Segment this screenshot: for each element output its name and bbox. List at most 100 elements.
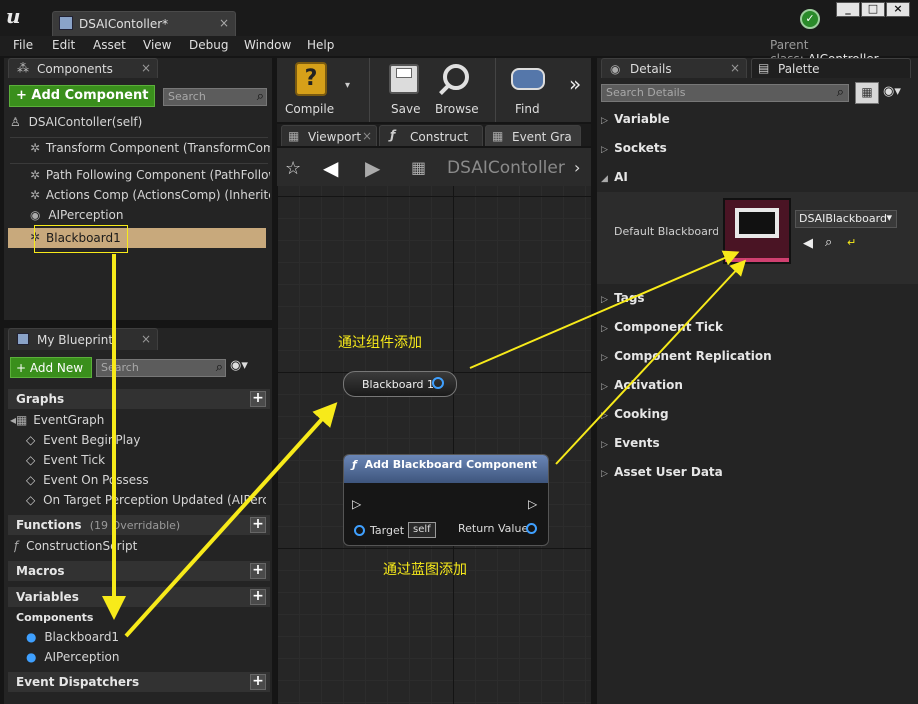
forward-arrow-icon[interactable]: ▶ xyxy=(365,156,380,180)
use-selected-arrow-icon[interactable]: ◀ xyxy=(803,236,813,251)
menu-edit[interactable]: Edit xyxy=(52,38,75,52)
node-label: Blackboard 1 xyxy=(362,378,435,391)
divider xyxy=(10,137,268,138)
restore-button[interactable]: □ xyxy=(861,2,885,17)
category-asset-user-data[interactable]: ▷ Asset User Data xyxy=(601,465,913,485)
view-options-eye-icon[interactable]: ◉▾ xyxy=(883,84,915,104)
add-blackboard-component-node[interactable]: ƒ Add Blackboard Component ▷ ▷ Target se… xyxy=(343,454,549,546)
event-graph-item[interactable]: ◂▦ EventGraph xyxy=(10,413,270,431)
blackboard-variable-node[interactable]: Blackboard 1 xyxy=(343,371,457,397)
add-graph-button[interactable]: + xyxy=(250,391,266,407)
category-component-tick[interactable]: ▷ Component Tick xyxy=(601,320,913,340)
component-row-path-following[interactable]: ✲ Path Following Component (PathFollowin… xyxy=(30,168,270,186)
my-blueprint-tab[interactable]: My Blueprint × xyxy=(8,328,158,350)
menu-asset[interactable]: Asset xyxy=(93,38,126,52)
palette-tab[interactable]: ▤ Palette xyxy=(751,58,911,78)
exec-in-pin-icon[interactable]: ▷ xyxy=(352,497,361,511)
components-search-input[interactable]: Search ⌕ xyxy=(163,88,267,106)
category-component-replication[interactable]: ▷ Component Replication xyxy=(601,349,913,369)
components-panel: ⁂ Components × + Add Component Search ⌕ … xyxy=(4,58,272,320)
add-new-button[interactable]: + Add New xyxy=(10,357,92,378)
close-button[interactable]: × xyxy=(886,2,910,17)
component-row-aiperception[interactable]: ◉ AIPerception xyxy=(30,208,270,226)
menu-view[interactable]: View xyxy=(143,38,171,52)
tab-event-graph[interactable]: ▦ Event Gra xyxy=(485,125,581,146)
close-tab-icon[interactable]: × xyxy=(219,16,229,30)
asset-name: DSAIBlackboard xyxy=(799,212,887,225)
menu-help[interactable]: Help xyxy=(307,38,334,52)
category-ai[interactable]: ◢ AI xyxy=(601,170,913,190)
category-variable[interactable]: ▷ Variable xyxy=(601,112,913,132)
add-dispatcher-button[interactable]: + xyxy=(250,674,266,690)
components-tab-label: Components xyxy=(37,62,113,76)
minimize-button[interactable]: _ xyxy=(836,2,860,17)
blackboard-thumbnail[interactable] xyxy=(723,198,791,264)
construction-script-item[interactable]: ƒ ConstructionScript xyxy=(14,539,270,557)
event-graph-canvas[interactable] xyxy=(277,186,591,704)
category-activation[interactable]: ▷ Activation xyxy=(601,378,913,398)
exec-out-pin-icon[interactable]: ▷ xyxy=(528,497,537,511)
output-pin-icon[interactable] xyxy=(432,377,444,389)
event-item[interactable]: ◇ Event BeginPlay xyxy=(26,433,270,451)
compile-button[interactable]: ? ▾ Compile xyxy=(281,60,357,120)
close-panel-icon[interactable]: × xyxy=(730,61,740,75)
compile-dropdown-icon[interactable]: ▾ xyxy=(345,80,350,91)
save-button[interactable]: Save xyxy=(381,60,425,120)
view-options-eye-icon[interactable]: ◉▾ xyxy=(230,358,266,378)
favorite-star-icon[interactable]: ☆ xyxy=(285,158,301,179)
chevron-right-icon[interactable]: › xyxy=(574,158,580,177)
close-panel-icon[interactable]: × xyxy=(141,61,151,75)
close-tab-icon[interactable]: × xyxy=(362,129,372,143)
add-macro-button[interactable]: + xyxy=(250,563,266,579)
event-label: Event On Possess xyxy=(43,473,149,487)
back-arrow-icon[interactable]: ◀ xyxy=(323,156,338,180)
category-tags[interactable]: ▷ Tags xyxy=(601,291,913,311)
toolbar-overflow-icon[interactable]: » xyxy=(569,72,581,96)
event-dispatchers-section[interactable]: Event Dispatchers + xyxy=(8,672,270,692)
category-events[interactable]: ▷ Events xyxy=(601,436,913,456)
find-button[interactable]: Find xyxy=(505,60,549,120)
component-row-actions-comp[interactable]: ✲ Actions Comp (ActionsComp) (Inherited) xyxy=(30,188,270,206)
my-blueprint-search-input[interactable]: Search ⌕ xyxy=(96,359,226,377)
return-value-pin-icon[interactable] xyxy=(526,523,537,534)
menu-file[interactable]: File xyxy=(13,38,33,52)
document-tab[interactable]: DSAIContoller* × xyxy=(52,11,236,36)
component-label: Path Following Component (PathFollowingC… xyxy=(45,168,270,182)
blackboard-asset-dropdown[interactable]: DSAIBlackboard ▾ xyxy=(795,210,897,228)
event-item[interactable]: ◇ Event On Possess xyxy=(26,473,270,491)
add-function-button[interactable]: + xyxy=(250,517,266,533)
event-item[interactable]: ◇ On Target Perception Updated (AIPercep… xyxy=(26,493,266,511)
components-tab[interactable]: ⁂ Components × xyxy=(8,58,158,78)
reset-to-default-icon[interactable]: ↵ xyxy=(847,236,856,249)
category-label: Events xyxy=(614,436,660,450)
section-label: Graphs xyxy=(16,392,65,406)
property-matrix-icon[interactable]: ▦ xyxy=(855,82,879,104)
graphs-section[interactable]: Graphs + xyxy=(8,389,270,409)
functions-section[interactable]: Functions (19 Overridable) + xyxy=(8,515,270,535)
menu-window[interactable]: Window xyxy=(244,38,291,52)
save-disk-icon xyxy=(389,64,419,94)
close-panel-icon[interactable]: × xyxy=(141,332,151,346)
component-row-self[interactable]: ♙ DSAIContoller(self) xyxy=(10,115,272,133)
browse-asset-icon[interactable]: ⌕ xyxy=(825,235,832,250)
components-category[interactable]: Components xyxy=(16,611,270,627)
add-variable-button[interactable]: + xyxy=(250,589,266,605)
variable-item-blackboard1[interactable]: ● Blackboard1 xyxy=(26,630,270,648)
variables-section[interactable]: Variables + xyxy=(8,587,270,607)
details-tab[interactable]: ◉ Details × xyxy=(601,58,747,78)
event-item[interactable]: ◇ Event Tick xyxy=(26,453,270,471)
tab-viewport[interactable]: ▦ Viewport × xyxy=(281,125,377,146)
source-control-icon[interactable]: ✓ xyxy=(800,9,820,29)
component-row-transform[interactable]: ✲ Transform Component (TransformComponen… xyxy=(30,141,270,159)
category-sockets[interactable]: ▷ Sockets xyxy=(601,141,913,161)
tab-construction-script[interactable]: ƒ Construct xyxy=(379,125,483,146)
target-pin-icon[interactable] xyxy=(354,525,365,536)
variable-item-aiperception[interactable]: ● AIPerception xyxy=(26,650,270,668)
browse-button[interactable]: Browse xyxy=(429,60,485,120)
category-cooking[interactable]: ▷ Cooking xyxy=(601,407,913,427)
macros-section[interactable]: Macros + xyxy=(8,561,270,581)
menu-debug[interactable]: Debug xyxy=(189,38,228,52)
details-search-input[interactable]: Search Details ⌕ xyxy=(601,84,849,102)
title-bar: u DSAIContoller* × ✓ _ □ × xyxy=(0,0,918,36)
add-component-button[interactable]: + Add Component xyxy=(9,85,155,107)
